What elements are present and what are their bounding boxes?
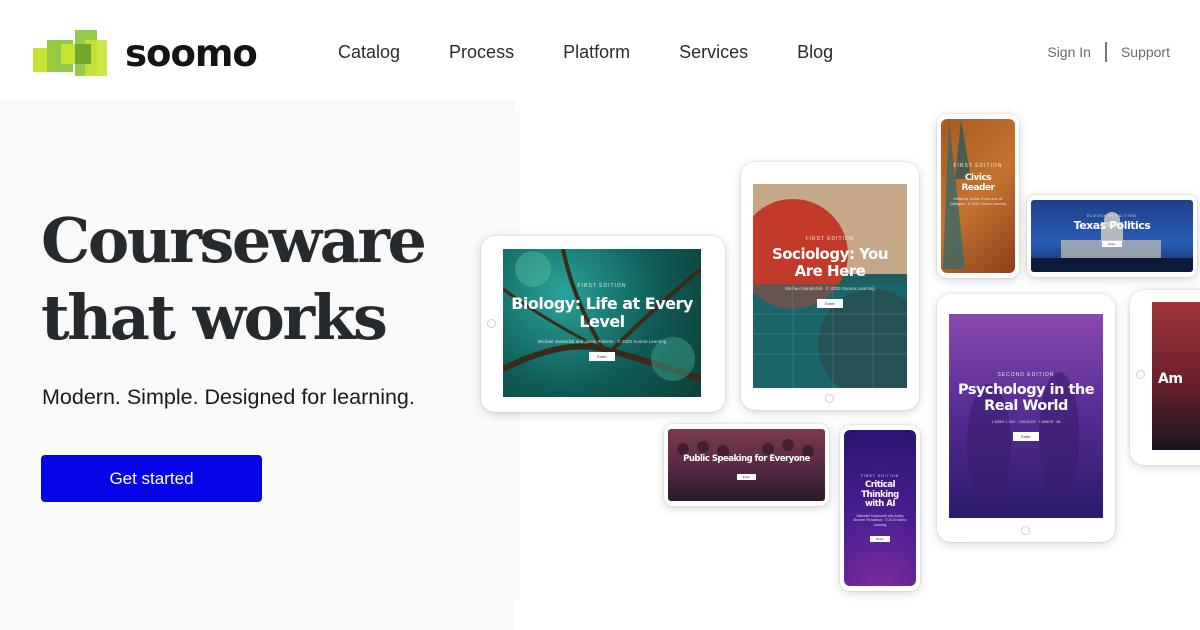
nav-platform[interactable]: Platform: [563, 40, 630, 64]
civics-edition: FIRST EDITION: [953, 163, 1003, 169]
sociology-meta: Michael Vanderbilt · © 2020 Soomo Learni…: [785, 285, 875, 291]
critical-thinking-title: Critical Thinking with AI: [861, 480, 899, 510]
american-title: Am: [1158, 371, 1183, 387]
get-started-button[interactable]: Get started: [41, 455, 262, 502]
sociology-title: Sociology: You Are Here: [771, 245, 889, 280]
headline-line-1: Courseware: [41, 204, 427, 277]
device-psychology[interactable]: SECOND EDITION Psychology in the Real Wo…: [937, 294, 1115, 542]
texas-edition: ELEVENTH EDITION: [1087, 214, 1137, 218]
device-civics[interactable]: FIRST EDITION Civics Reader Edited by Jo…: [937, 114, 1019, 278]
home-button-icon: [825, 394, 834, 403]
critical-thinking-enter-button[interactable]: Enter: [870, 536, 890, 542]
site-header: soomo Catalog Process Platform Services …: [0, 0, 1200, 100]
hero-background: [0, 100, 515, 630]
civics-title: Civics Reader: [961, 173, 995, 194]
psychology-meta: 1 WEEK 1 DAY · 2 BLOCKS · 1 MINOR · 88: [991, 420, 1061, 425]
device-biology[interactable]: FIRST EDITION Biology: Life at Every Lev…: [481, 236, 725, 412]
device-public-speaking[interactable]: Public Speaking for Everyone Enter: [664, 424, 829, 506]
nav-services[interactable]: Services: [679, 40, 748, 64]
home-button-icon: [1021, 526, 1030, 535]
biology-cover: FIRST EDITION Biology: Life at Every Lev…: [503, 249, 701, 397]
nav-blog[interactable]: Blog: [797, 40, 833, 64]
device-critical-thinking[interactable]: FIRST EDITION Critical Thinking with AI …: [840, 425, 920, 591]
headline-line-2: that works: [41, 281, 388, 354]
home-button-icon: [1136, 370, 1145, 379]
psychology-edition: SECOND EDITION: [997, 372, 1055, 378]
hero-tagline: Modern. Simple. Designed for learning.: [42, 385, 415, 409]
critical-thinking-meta: Nathaniel Southworth with Ashley Bhonner…: [853, 513, 907, 527]
soomo-logo-mark-icon: [33, 30, 107, 76]
texas-title: Texas Politics: [1073, 219, 1151, 232]
nav-process[interactable]: Process: [449, 40, 514, 64]
public-speaking-title: Public Speaking for Everyone: [683, 454, 810, 464]
sociology-enter-button[interactable]: Enter: [817, 298, 843, 308]
psychology-title: Psychology in the Real World: [957, 382, 1095, 415]
american-cover: Am: [1152, 302, 1200, 450]
biology-title: Biology: Life at Every Level: [511, 294, 693, 331]
support-link[interactable]: Support: [1121, 44, 1170, 60]
hero-headline: Courseware that works: [41, 202, 501, 356]
device-texas[interactable]: ELEVENTH EDITION Texas Politics Enter: [1027, 195, 1197, 277]
nav-catalog[interactable]: Catalog: [338, 40, 400, 64]
biology-edition: FIRST EDITION: [577, 283, 627, 289]
critical-thinking-edition: FIRST EDITION: [860, 474, 900, 478]
critical-thinking-cover: FIRST EDITION Critical Thinking with AI …: [844, 430, 916, 586]
psychology-enter-button[interactable]: Enter: [1013, 432, 1039, 442]
brand-name: soomo: [125, 32, 258, 75]
biology-enter-button[interactable]: Enter: [589, 352, 615, 362]
sign-in-link[interactable]: Sign In: [1047, 44, 1091, 60]
sociology-edition: FIRST EDITION: [805, 236, 855, 242]
device-american[interactable]: Am: [1130, 290, 1200, 465]
texas-cover: ELEVENTH EDITION Texas Politics Enter: [1031, 200, 1193, 272]
public-speaking-enter-button[interactable]: Enter: [736, 473, 757, 480]
device-sociology[interactable]: FIRST EDITION Sociology: You Are Here Mi…: [741, 162, 919, 410]
public-speaking-cover: Public Speaking for Everyone Enter: [668, 429, 825, 501]
home-button-icon: [487, 319, 496, 328]
psychology-cover: SECOND EDITION Psychology in the Real Wo…: [949, 314, 1103, 518]
civics-meta: Edited by Jordan Evans and Jill Gallaghe…: [949, 197, 1007, 207]
texas-enter-button[interactable]: Enter: [1102, 241, 1122, 248]
soomo-logo[interactable]: soomo: [33, 30, 263, 80]
biology-meta: Michael Vanderbilt and Jason Roberts · ©…: [537, 338, 667, 344]
sociology-cover: FIRST EDITION Sociology: You Are Here Mi…: [753, 184, 907, 388]
utility-nav: Sign In Support: [1047, 42, 1170, 62]
main-nav: Catalog Process Platform Services Blog: [338, 40, 833, 64]
utility-divider: [1104, 42, 1107, 62]
civics-cover: FIRST EDITION Civics Reader Edited by Jo…: [941, 119, 1015, 273]
